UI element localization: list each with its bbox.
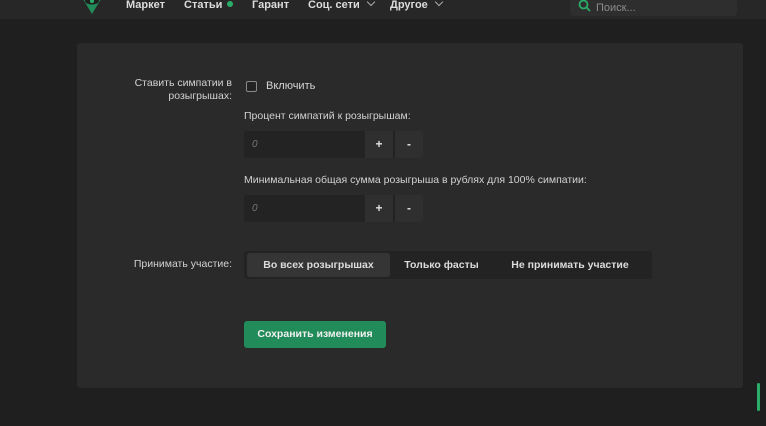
logo-icon[interactable] (78, 0, 106, 16)
save-button[interactable]: Сохранить изменения (244, 321, 386, 348)
likes-setting-label: Ставить симпатии в розыгрышах: (134, 77, 232, 102)
nav-articles[interactable]: Статьи (184, 0, 234, 12)
search-box[interactable] (570, 0, 737, 16)
chevron-down-icon (434, 0, 444, 7)
search-icon (578, 0, 591, 12)
min-sum-stepper: + - (244, 195, 423, 222)
chevron-down-icon (366, 0, 376, 7)
top-navigation: Маркет Статьи Гарант Соц. сети Другое (0, 0, 766, 19)
nav-social-label: Соц. сети (308, 0, 360, 11)
nav-guarantor-label: Гарант (252, 0, 290, 11)
percent-input[interactable] (244, 131, 364, 158)
participate-option-none[interactable]: Не принимать участие (494, 253, 646, 277)
scrollbar-thumb[interactable] (757, 383, 760, 411)
percent-stepper: + - (244, 131, 423, 158)
min-sum-decrement-button[interactable]: - (395, 195, 423, 222)
percent-label: Процент симпатий к розыгрышам: (244, 110, 411, 122)
nav-other[interactable]: Другое (390, 0, 444, 12)
nav-market-label: Маркет (126, 0, 165, 11)
participate-segmented-control: Во всех розыгрышах Только фасты Не прини… (244, 251, 652, 279)
participate-label: Принимать участие: (133, 258, 232, 270)
search-input[interactable] (596, 1, 726, 15)
percent-decrement-button[interactable]: - (395, 131, 423, 158)
min-sum-increment-button[interactable]: + (365, 195, 393, 222)
percent-increment-button[interactable]: + (365, 131, 393, 158)
min-sum-label: Минимальная общая сумма розыгрыша в рубл… (244, 174, 587, 186)
enable-likes-checkbox[interactable] (246, 81, 257, 92)
participate-option-all[interactable]: Во всех розыгрышах (247, 253, 390, 277)
participate-option-fast[interactable]: Только фасты (394, 253, 489, 277)
enable-likes-label[interactable]: Включить (266, 80, 315, 92)
nav-articles-label: Статьи (184, 0, 223, 11)
nav-social[interactable]: Соц. сети (308, 0, 376, 12)
nav-market[interactable]: Маркет (126, 0, 165, 12)
nav-guarantor[interactable]: Гарант (252, 0, 289, 12)
min-sum-input[interactable] (244, 195, 364, 222)
nav-other-label: Другое (390, 0, 428, 11)
status-dot-icon (227, 1, 234, 7)
